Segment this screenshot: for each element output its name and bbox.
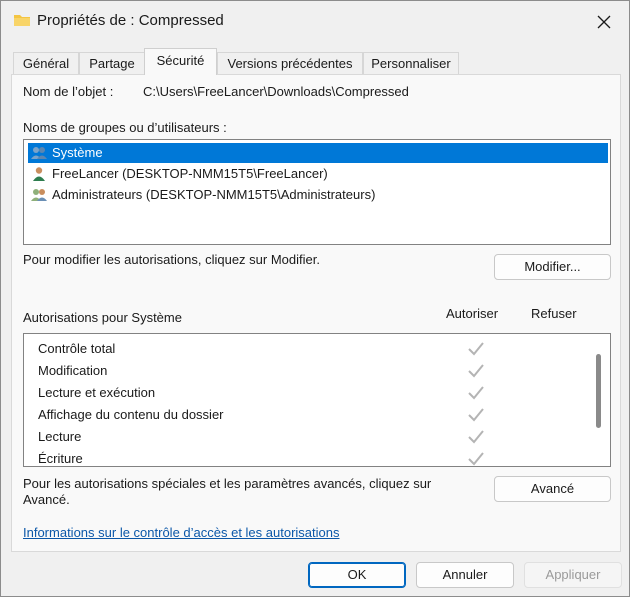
advanced-button[interactable]: Avancé	[494, 476, 611, 502]
advanced-hint-line2: Avancé.	[23, 492, 70, 507]
tab-sharing[interactable]: Partage	[79, 52, 145, 74]
folder-icon	[13, 12, 31, 28]
permission-name: Lecture et exécution	[38, 385, 156, 400]
allow-check-icon	[467, 429, 485, 445]
list-item-administrators[interactable]: Administrateurs (DESKTOP-NMM15T5\Adminis…	[28, 185, 608, 205]
scrollbar-thumb[interactable]	[596, 354, 601, 428]
groups-label: Noms de groupes ou d’utilisateurs :	[23, 120, 227, 135]
permission-name: Lecture	[38, 429, 82, 444]
user-icon	[30, 166, 48, 182]
list-item-label: Système	[52, 145, 103, 160]
allow-check-icon	[467, 407, 485, 423]
allow-check-icon	[467, 385, 485, 401]
advanced-hint-line1: Pour les autorisations spéciales et les …	[23, 476, 432, 491]
close-icon	[597, 15, 611, 29]
permission-name: Écriture	[38, 451, 83, 466]
title-bar: Propriétés de : Compressed	[1, 1, 629, 41]
allow-column-header: Autoriser	[446, 306, 499, 321]
ok-button[interactable]: OK	[308, 562, 406, 588]
permission-row: Modification	[24, 360, 594, 382]
tab-customize[interactable]: Personnaliser	[363, 52, 459, 74]
groups-listbox[interactable]: Système FreeLancer (DESKTOP-NMM15T5\Free…	[23, 139, 611, 245]
permission-name: Affichage du contenu du dossier	[38, 407, 224, 422]
admin-group-icon	[30, 187, 48, 203]
cancel-button[interactable]: Annuler	[416, 562, 514, 588]
list-item-label: FreeLancer (DESKTOP-NMM15T5\FreeLancer)	[52, 166, 328, 181]
list-item-freelancer[interactable]: FreeLancer (DESKTOP-NMM15T5\FreeLancer)	[28, 164, 608, 184]
window-title: Propriétés de : Compressed	[37, 12, 224, 29]
properties-dialog: Propriétés de : Compressed Général Parta…	[0, 0, 630, 597]
list-item-label: Administrateurs (DESKTOP-NMM15T5\Adminis…	[52, 187, 376, 202]
deny-column-header: Refuser	[531, 306, 577, 321]
allow-check-icon	[467, 363, 485, 379]
apply-button[interactable]: Appliquer	[524, 562, 622, 588]
object-name-value: C:\Users\FreeLancer\Downloads\Compressed	[143, 84, 409, 99]
modify-hint: Pour modifier les autorisations, cliquez…	[23, 252, 320, 267]
permission-row: Écriture	[24, 448, 594, 466]
modify-button[interactable]: Modifier...	[494, 254, 611, 280]
allow-check-icon	[467, 341, 485, 357]
close-button[interactable]	[591, 9, 617, 35]
permissions-label: Autorisations pour Système	[23, 310, 182, 325]
permission-row: Affichage du contenu du dossier	[24, 404, 594, 426]
object-name-label: Nom de l’objet :	[23, 84, 114, 99]
permissions-list[interactable]: Contrôle total Modification Lecture et e…	[23, 333, 611, 467]
tab-general[interactable]: Général	[13, 52, 79, 74]
list-item-system[interactable]: Système	[28, 143, 608, 163]
access-control-info-link[interactable]: Informations sur le contrôle d’accès et …	[23, 525, 340, 540]
users-group-icon	[30, 145, 48, 161]
permission-row: Lecture et exécution	[24, 382, 594, 404]
permission-name: Modification	[38, 363, 108, 378]
permission-name: Contrôle total	[38, 341, 116, 356]
allow-check-icon	[467, 451, 485, 466]
permission-row: Lecture	[24, 426, 594, 448]
tab-previous-versions[interactable]: Versions précédentes	[217, 52, 363, 74]
tab-security[interactable]: Sécurité	[144, 48, 217, 75]
permission-row: Contrôle total	[24, 338, 594, 360]
